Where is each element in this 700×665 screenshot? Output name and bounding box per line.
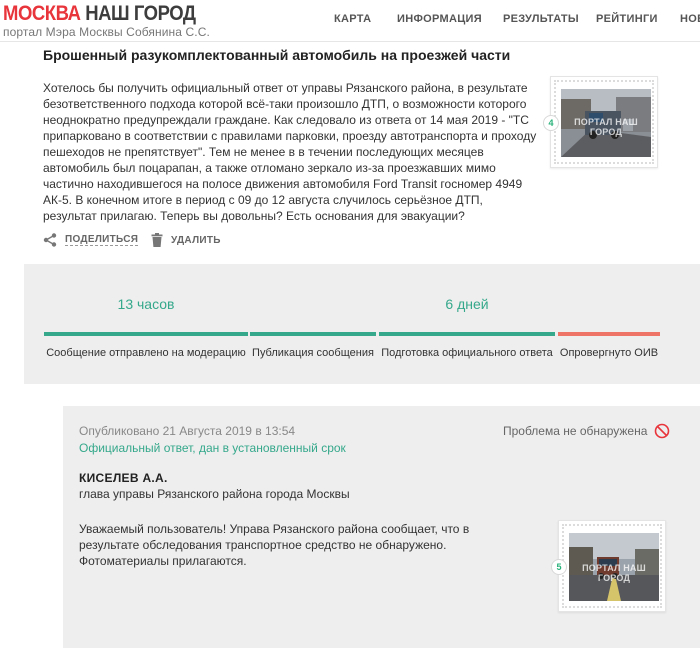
logo-our-city: НАШ ГОРОД (85, 2, 196, 25)
share-button[interactable]: ПОДЕЛИТЬСЯ (43, 233, 139, 247)
answer-published-date: Опубликовано 21 Августа 2019 в 13:54 (79, 424, 296, 438)
delete-label: УДАЛИТЬ (171, 234, 221, 246)
progress-step: Опровергнуто ОИВ (558, 264, 660, 384)
post-title: Брошенный разукомплектованный автомобиль… (43, 47, 511, 63)
not-found-icon (654, 423, 670, 439)
nav-map[interactable]: КАРТА (334, 13, 371, 25)
post-text: Хотелось бы получить официальный ответ о… (43, 81, 537, 223)
answer-photo: ПОРТАЛ НАШ ГОРОД (569, 533, 659, 601)
progress-step: Публикация сообщения (250, 264, 376, 384)
post-photo-thumbnail[interactable]: ПОРТАЛ НАШ ГОРОД 4 (543, 76, 658, 168)
share-label: ПОДЕЛИТЬСЯ (65, 234, 139, 246)
official-answer: Опубликовано 21 Августа 2019 в 13:54 Офи… (63, 406, 700, 648)
photo-count-badge: 4 (543, 115, 559, 131)
status-progress: 13 часов Сообщение отправлено на модерац… (24, 264, 700, 384)
photo-watermark: ПОРТАЛ НАШ ГОРОД (582, 563, 646, 583)
photo-watermark: ПОРТАЛ НАШ ГОРОД (574, 117, 638, 137)
step-label: Подготовка официального ответа (381, 347, 553, 359)
share-icon (43, 233, 57, 247)
post-photo: ПОРТАЛ НАШ ГОРОД (561, 89, 651, 157)
photo-count-badge: 5 (551, 559, 567, 575)
answer-photo-thumbnail[interactable]: ПОРТАЛ НАШ ГОРОД 5 (551, 520, 666, 612)
logo-title: МОСКВА НАШ ГОРОД (3, 3, 196, 25)
answer-author-role: глава управы Рязанского района города Мо… (79, 487, 350, 501)
step-label: Публикация сообщения (252, 347, 374, 359)
nav-ratings[interactable]: РЕЙТИНГИ (596, 13, 658, 25)
site-header: МОСКВА НАШ ГОРОД портал Мэра Москвы Собя… (0, 0, 700, 42)
step-duration: 6 дней (445, 296, 489, 312)
step-label: Сообщение отправлено на модерацию (46, 347, 246, 359)
step-bar (379, 332, 555, 336)
answer-text: Уважаемый пользователь! Управа Рязанског… (79, 522, 470, 568)
nav-news[interactable]: НОВ (680, 13, 700, 25)
step-duration: 13 часов (117, 296, 175, 312)
step-bar (558, 332, 660, 336)
answer-status: Официальный ответ, дан в установленный с… (79, 441, 346, 455)
progress-step: 13 часов Сообщение отправлено на модерац… (44, 264, 248, 384)
trash-icon (151, 233, 163, 247)
site-logo[interactable]: МОСКВА НАШ ГОРОД портал Мэра Москвы Собя… (3, 3, 222, 40)
logo-subtitle: портал Мэра Москвы Собянина С.С. (3, 25, 210, 39)
step-bar (44, 332, 248, 336)
delete-button[interactable]: УДАЛИТЬ (151, 233, 221, 247)
step-bar (250, 332, 376, 336)
logo-moscow: МОСКВА (3, 2, 81, 25)
nav-results[interactable]: РЕЗУЛЬТАТЫ (503, 13, 579, 25)
step-label: Опровергнуто ОИВ (559, 347, 659, 359)
progress-step: 6 дней Подготовка официального ответа (379, 264, 555, 384)
answer-author-name: КИСЕЛЕВ А.А. (79, 471, 168, 485)
nav-info[interactable]: ИНФОРМАЦИЯ (397, 13, 482, 25)
answer-problem-status: Проблема не обнаружена (503, 424, 648, 438)
